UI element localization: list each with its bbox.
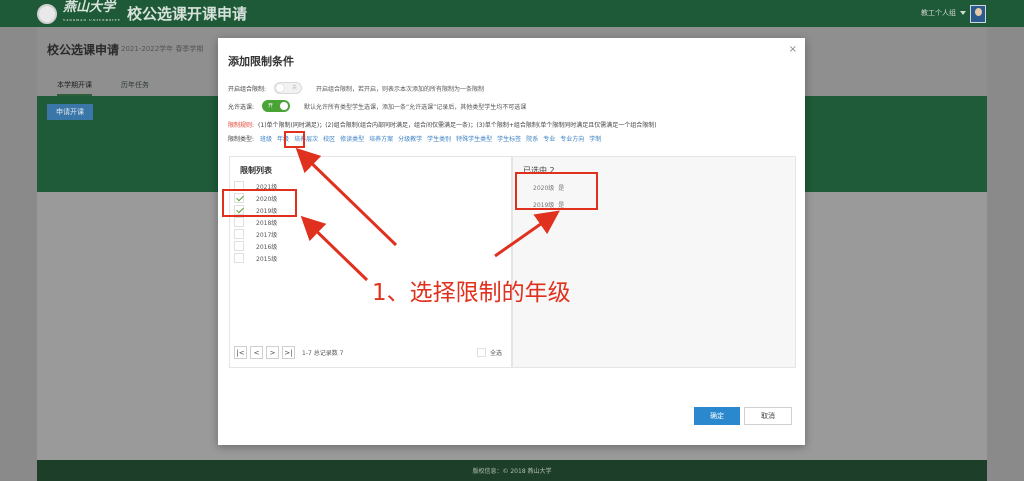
arrow-to-selected-grades [494,210,560,258]
arrow-to-checked-grades [300,215,369,282]
annotation-arrows [295,147,560,282]
annotation-text: 1、选择限制的年级 [372,280,571,306]
